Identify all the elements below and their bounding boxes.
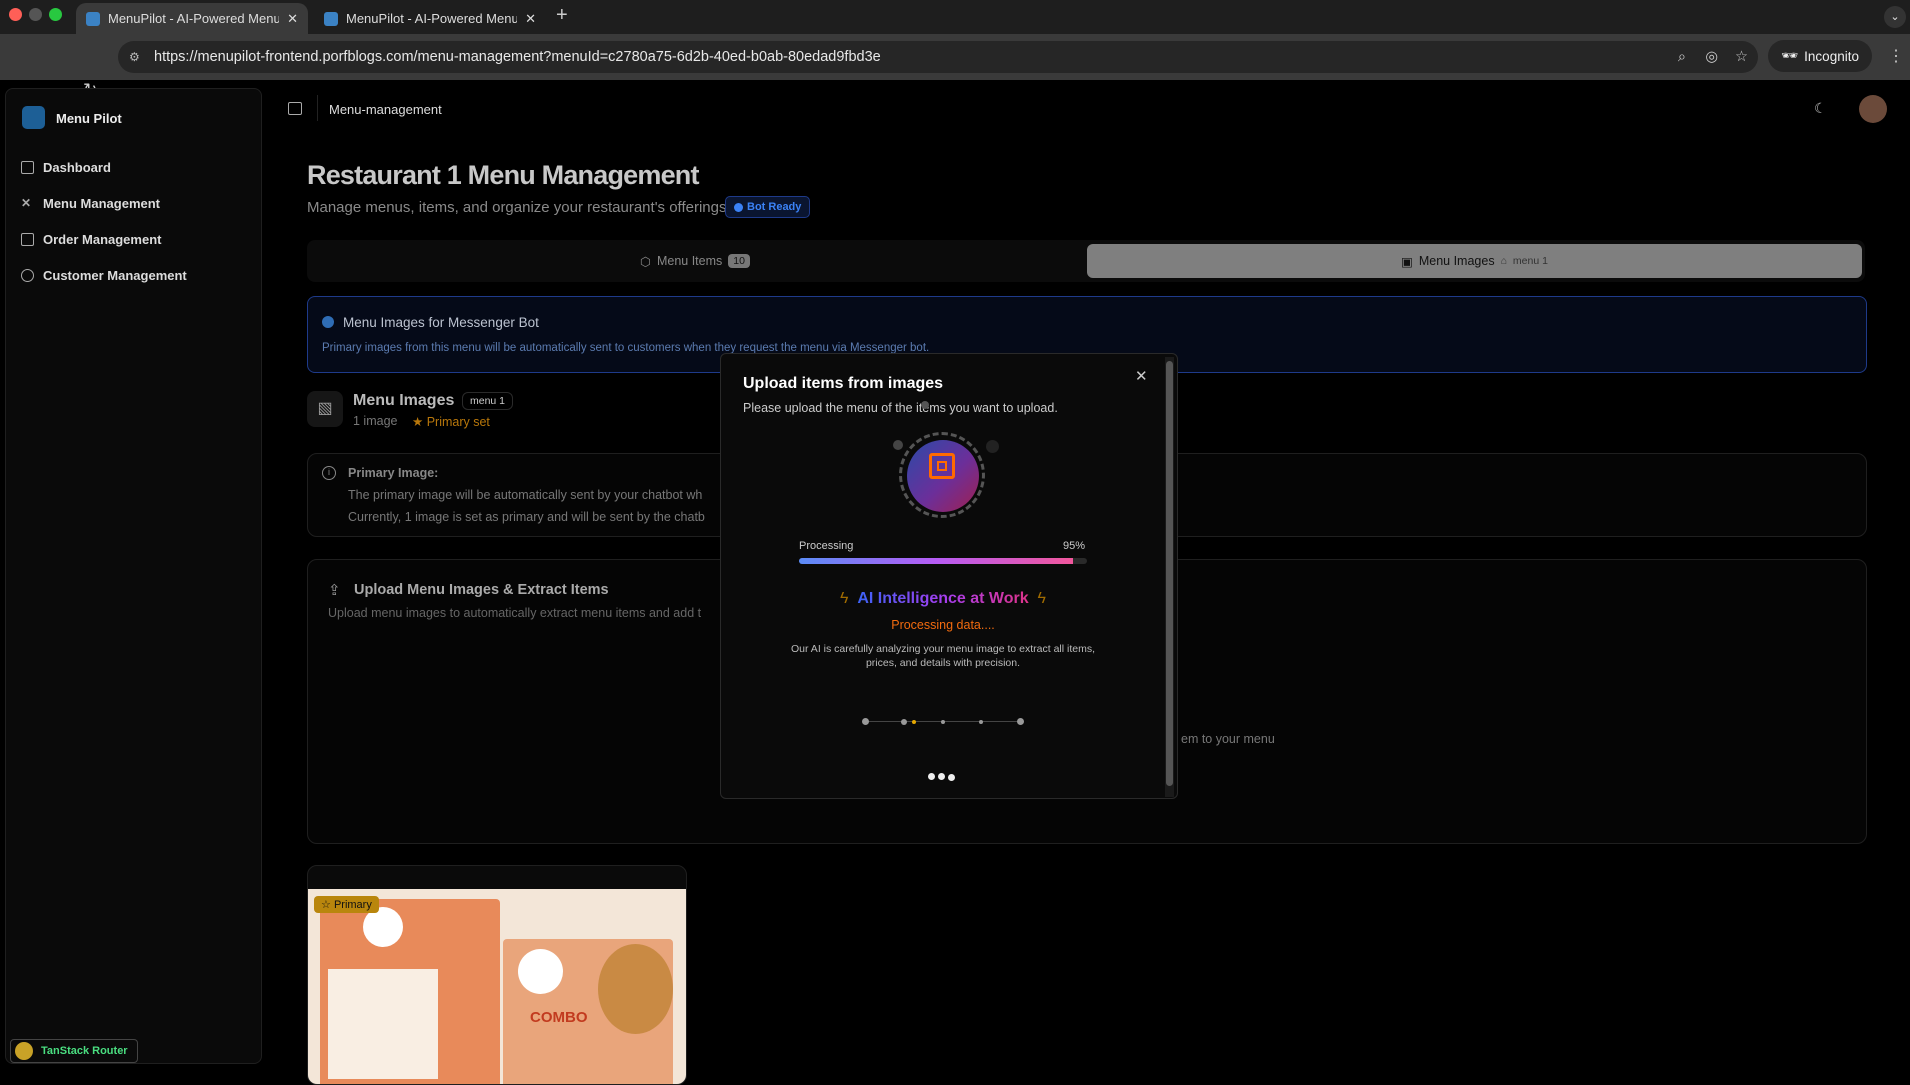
browser-tab-bar: MenuPilot - AI-Powered Menu Management✕ … bbox=[0, 0, 1910, 34]
theme-toggle-moon-icon[interactable]: ☾ bbox=[1814, 100, 1827, 117]
new-tab-button[interactable]: + bbox=[556, 4, 568, 27]
site-settings-icon[interactable]: ⚙ bbox=[129, 50, 140, 64]
step-dot bbox=[979, 720, 983, 724]
sidebar-item-menu-management[interactable]: ✕ Menu Management bbox=[21, 196, 160, 211]
star-icon: ☆ bbox=[321, 899, 331, 911]
upload-icon: ⇪ bbox=[328, 582, 341, 599]
bookmark-star-icon[interactable]: ☆ bbox=[1735, 49, 1748, 65]
tab-menu-images[interactable]: ▣ Menu Images ⌂ menu 1 bbox=[1087, 244, 1862, 278]
menu-image-thumbnail: COMBO bbox=[308, 889, 686, 1084]
users-icon bbox=[21, 269, 34, 282]
loading-dots bbox=[928, 773, 955, 781]
grid-icon bbox=[21, 161, 34, 174]
step-dot bbox=[862, 718, 869, 725]
progress-percent: 95% bbox=[1063, 540, 1086, 552]
image-count: 1 image bbox=[353, 414, 398, 428]
progress-fill bbox=[799, 558, 1073, 564]
progress-bar bbox=[799, 558, 1087, 564]
sidebar-item-customer-management[interactable]: Customer Management bbox=[21, 268, 187, 283]
breadcrumb: Menu-management bbox=[329, 102, 442, 117]
step-dot bbox=[1017, 718, 1024, 725]
status-dot-icon bbox=[734, 202, 743, 212]
particle bbox=[921, 401, 929, 409]
package-icon: ⬡ bbox=[640, 254, 651, 269]
upload-title: Upload Menu Images & Extract Items bbox=[354, 582, 609, 598]
combo-label: COMBO bbox=[530, 1009, 588, 1026]
favicon-icon bbox=[324, 11, 338, 26]
images-icon: ▣ bbox=[1401, 254, 1413, 269]
sidebar-toggle-icon[interactable] bbox=[288, 102, 302, 115]
browser-menu-icon[interactable]: ⋮ bbox=[1888, 46, 1904, 66]
sidebar-item-order-management[interactable]: Order Management bbox=[21, 232, 161, 247]
utensils-icon: ✕ bbox=[21, 196, 32, 210]
close-window-button[interactable] bbox=[9, 8, 22, 21]
progress-label: Processing bbox=[799, 540, 854, 552]
user-avatar[interactable] bbox=[1859, 95, 1887, 123]
divider bbox=[317, 95, 318, 121]
favicon-icon bbox=[86, 11, 100, 26]
eye-off-icon[interactable]: ◎ bbox=[1705, 49, 1718, 65]
dialog-scrollbar[interactable] bbox=[1165, 357, 1174, 797]
tabs-list: ⬡ Menu Items 10 ▣ Menu Images ⌂ menu 1 bbox=[307, 240, 1865, 282]
star-icon: ★ bbox=[412, 415, 424, 429]
tab-search-button[interactable]: ⌄ bbox=[1884, 6, 1906, 28]
close-tab-icon[interactable]: ✕ bbox=[525, 11, 536, 27]
menu-pilot-logo bbox=[22, 106, 45, 129]
maximize-window-button[interactable] bbox=[49, 8, 62, 21]
menu-images-title: Menu Images bbox=[353, 392, 455, 409]
menu-name-badge: menu 1 bbox=[1512, 255, 1548, 267]
browser-tab-active[interactable]: MenuPilot - AI-Powered Menu Management✕ bbox=[76, 3, 308, 34]
incognito-icon: 🕶 bbox=[1781, 48, 1799, 63]
upload-items-dialog: Upload items from images Please upload t… bbox=[720, 353, 1178, 799]
sidebar: Menu Pilot Dashboard ✕ Menu Management Or… bbox=[5, 88, 262, 1064]
brand-name: Menu Pilot bbox=[56, 111, 122, 126]
page-title: Restaurant 1 Menu Management bbox=[307, 160, 699, 190]
menu-items-count-badge: 10 bbox=[728, 254, 750, 268]
cpu-chip-icon bbox=[929, 453, 955, 479]
menu-badge: menu 1 bbox=[462, 392, 514, 410]
close-tab-icon[interactable]: ✕ bbox=[287, 11, 298, 27]
tanstack-router-devtools-button[interactable]: TanStack Router bbox=[10, 1039, 138, 1063]
primary-set-indicator: ★ Primary set bbox=[412, 415, 490, 429]
dropzone-hint[interactable]: em to your menu bbox=[1181, 732, 1275, 746]
lightning-icon: ϟ bbox=[1037, 590, 1046, 607]
page-subtitle: Manage menus, items, and organize your r… bbox=[307, 199, 727, 216]
step-dot bbox=[941, 720, 945, 724]
images-gallery-icon: ▧ bbox=[307, 391, 343, 427]
menu-image-card[interactable]: COMBO ☆ Primary bbox=[307, 865, 687, 1085]
upload-description: Upload menu images to automatically extr… bbox=[328, 606, 702, 620]
tab-menu-items[interactable]: ⬡ Menu Items 10 bbox=[307, 244, 1083, 278]
close-dialog-button[interactable]: ✕ bbox=[1135, 367, 1148, 385]
step-dot-active bbox=[912, 720, 916, 724]
chef-hat-icon: ⌂ bbox=[1500, 255, 1507, 267]
info-title: Menu Images for Messenger Bot bbox=[343, 315, 539, 330]
lightning-icon: ϟ bbox=[839, 590, 849, 607]
clipboard-icon bbox=[21, 233, 34, 246]
sidebar-item-dashboard[interactable]: Dashboard bbox=[21, 160, 111, 175]
particle bbox=[986, 440, 999, 453]
zoom-icon[interactable]: ⌕ bbox=[1678, 49, 1686, 65]
primary-badge: ☆ Primary bbox=[314, 896, 379, 913]
info-dot-icon bbox=[322, 316, 334, 328]
url-input[interactable]: ⚙ https://menupilot-frontend.porfblogs.co… bbox=[118, 41, 1758, 73]
step-dot bbox=[901, 719, 907, 725]
processing-status: Processing data.... bbox=[891, 618, 995, 632]
minimize-window-button[interactable] bbox=[29, 8, 42, 21]
tanstack-logo bbox=[15, 1042, 33, 1060]
info-icon: i bbox=[322, 466, 336, 480]
browser-tab[interactable]: MenuPilot - AI-Powered Menu Management✕ bbox=[314, 3, 546, 34]
dialog-title: Upload items from images bbox=[743, 375, 944, 392]
bot-ready-badge: Bot Ready bbox=[725, 196, 811, 218]
particle bbox=[893, 440, 903, 450]
incognito-indicator[interactable]: 🕶 Incognito bbox=[1768, 40, 1872, 72]
dialog-subtitle: Please upload the menu of the items you … bbox=[743, 401, 1058, 415]
ai-headline: ϟ AI Intelligence at Work ϟ bbox=[839, 590, 1046, 607]
